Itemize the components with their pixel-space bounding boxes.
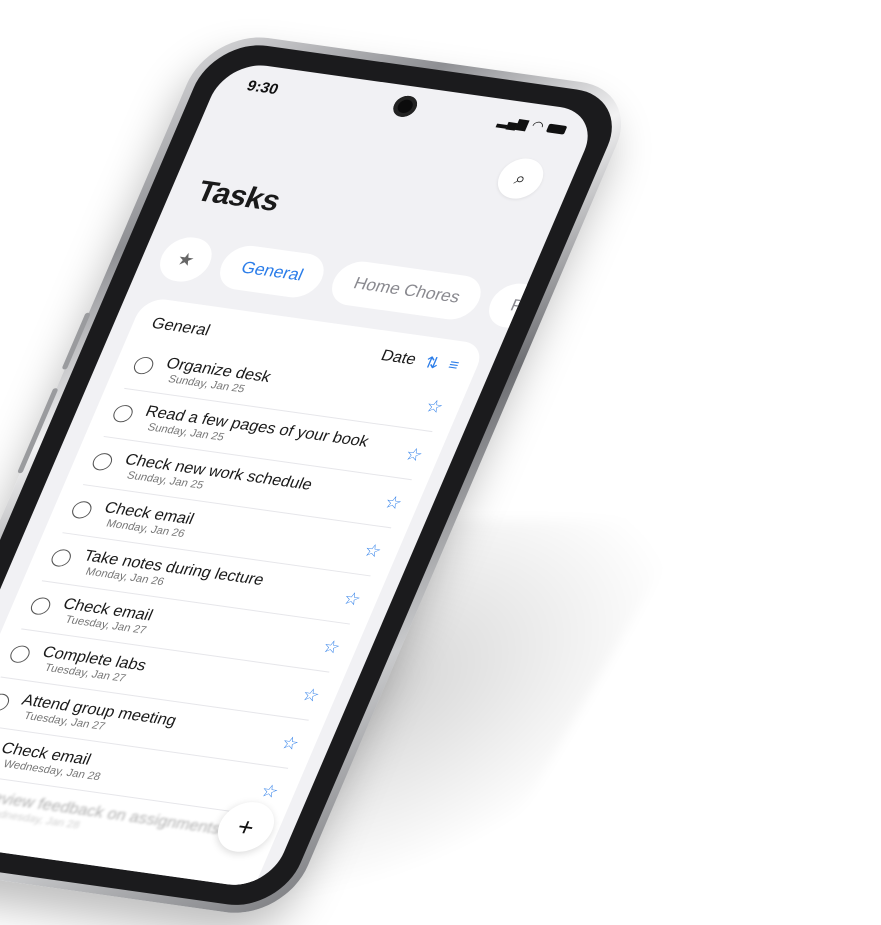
checkbox-circle-icon[interactable] <box>0 692 13 713</box>
tab-pet[interactable]: Pet <box>481 280 567 334</box>
search-icon: ⌕ <box>511 167 530 189</box>
status-bar: 9:30 ▂▄▆ ◠ <box>243 74 571 141</box>
tab-general[interactable]: General <box>212 242 332 301</box>
sort-button[interactable]: Date <box>378 347 419 369</box>
battery-icon <box>545 123 568 135</box>
checkbox-circle-icon[interactable] <box>7 644 33 664</box>
checkbox-circle-icon[interactable] <box>48 548 74 568</box>
star-icon: ★ <box>173 248 199 270</box>
phone-frame: 9:30 ▂▄▆ ◠ ⌕ Tasks ★ General Home Chores… <box>0 29 641 921</box>
status-time: 9:30 <box>244 77 282 98</box>
sort-arrows-icon[interactable]: ⇅ <box>421 353 442 374</box>
list-menu-icon[interactable]: ≡ <box>445 357 461 375</box>
sort-controls: Date ⇅ ≡ <box>377 347 462 377</box>
checkbox-circle-icon[interactable] <box>130 355 157 376</box>
checkbox-circle-icon[interactable] <box>89 452 116 472</box>
signal-icon: ▂▄▆ <box>495 112 532 132</box>
list-title: General <box>148 315 213 340</box>
wifi-icon: ◠ <box>529 117 547 134</box>
checkbox-circle-icon[interactable] <box>69 500 95 520</box>
checkbox-circle-icon[interactable] <box>110 403 136 424</box>
page-title: Tasks <box>191 175 286 218</box>
search-button[interactable]: ⌕ <box>491 155 551 202</box>
tab-home-chores[interactable]: Home Chores <box>325 258 489 323</box>
device-mockup-scene: 9:30 ▂▄▆ ◠ ⌕ Tasks ★ General Home Chores… <box>0 0 881 925</box>
checkbox-circle-icon[interactable] <box>27 596 54 616</box>
tab-starred[interactable]: ★ <box>152 234 220 285</box>
phone-body: 9:30 ▂▄▆ ◠ ⌕ Tasks ★ General Home Chores… <box>0 29 641 921</box>
status-icons: ▂▄▆ ◠ <box>495 113 569 138</box>
